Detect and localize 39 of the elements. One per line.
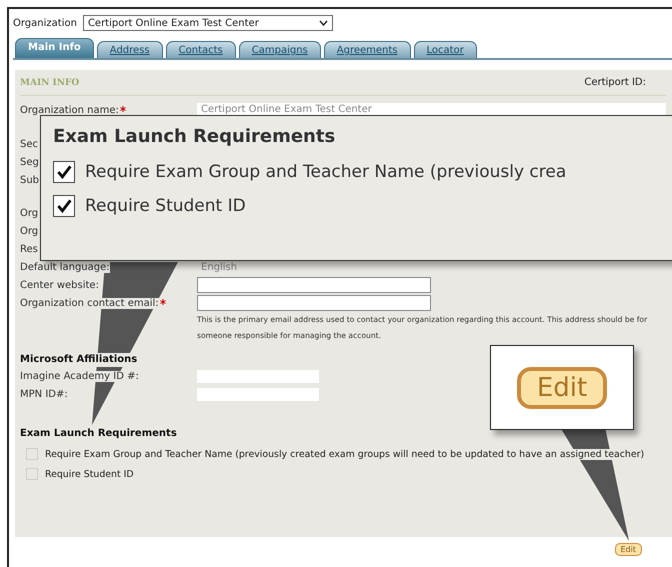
section-heading: Exam Launch Requirements	[20, 427, 177, 441]
organization-label: Organization	[13, 18, 77, 28]
checkbox-label: Require Exam Group and Teacher Name (previously created exam groups will need to be updated to have an assigned teacher)	[45, 448, 644, 460]
organization-dropdown[interactable]: Certiport Online Exam Test Center	[82, 15, 333, 31]
edit-button[interactable]: Edit	[614, 543, 642, 556]
chevron-down-icon	[318, 20, 328, 26]
callout-title: Exam Launch Requirements	[53, 126, 336, 147]
input-field[interactable]	[197, 370, 319, 382]
input-field[interactable]	[197, 388, 319, 400]
tab[interactable]: Agreements	[324, 41, 411, 58]
field-label: Seg	[20, 156, 39, 168]
tab[interactable]: Contacts	[166, 41, 236, 58]
field-label: Sec	[20, 138, 38, 150]
checkbox-label: Require Student ID	[45, 468, 134, 480]
field-label: Default language:	[20, 262, 110, 272]
checkbox-label: Require Student ID	[85, 196, 246, 216]
input-field[interactable]	[197, 277, 431, 293]
field-label: Imagine Academy ID #:	[20, 370, 139, 382]
field-label: Sub	[20, 174, 40, 186]
tab[interactable]: Campaigns	[238, 41, 321, 58]
certiport-id-label: Certiport ID:	[584, 77, 646, 88]
edit-button[interactable]: Edit	[516, 366, 608, 408]
field-label: Organization name:	[20, 104, 119, 116]
tab[interactable]: Locator	[414, 41, 477, 58]
field-label: Org	[20, 208, 38, 218]
field-label: Org	[20, 226, 38, 236]
section-heading: Microsoft Affiliations	[20, 353, 138, 367]
section-title: MAIN INFO	[20, 78, 80, 88]
checkbox[interactable]	[26, 468, 38, 480]
field-label: MPN ID#:	[20, 388, 68, 400]
tab[interactable]: Main Info	[15, 38, 94, 58]
field-label: Res	[20, 244, 38, 254]
checkbox-label: Require Exam Group and Teacher Name (previously crea	[85, 162, 566, 182]
field-label: Organization contact email:	[20, 298, 159, 308]
tab[interactable]: Address	[96, 41, 163, 58]
input-field[interactable]	[197, 295, 431, 311]
field-value: English	[200, 262, 238, 272]
checkbox[interactable]	[26, 448, 38, 460]
field-label: Center website:	[20, 280, 99, 290]
